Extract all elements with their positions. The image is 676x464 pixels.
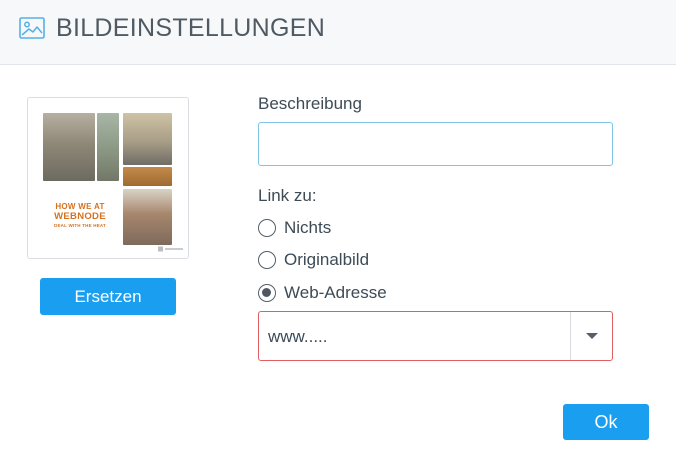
collage-photo xyxy=(123,167,172,186)
radio-label: Web-Adresse xyxy=(284,283,387,302)
chevron-down-icon[interactable] xyxy=(571,312,613,360)
ok-button[interactable]: Ok xyxy=(563,404,649,440)
collage-photo xyxy=(123,113,172,165)
webnode-logo xyxy=(158,246,183,252)
radio-button[interactable] xyxy=(258,219,276,237)
collage-headline-line3: DEAL WITH THE HEAT xyxy=(54,222,106,228)
link-label: Link zu: xyxy=(258,186,317,205)
dialog-header: BILDEINSTELLUNGEN xyxy=(0,0,676,65)
collage-image: HOW WE AT WEBNODE DEAL WITH THE HEAT xyxy=(41,111,183,252)
radio-button-checked[interactable] xyxy=(258,284,276,302)
image-thumbnail[interactable]: HOW WE AT WEBNODE DEAL WITH THE HEAT xyxy=(27,97,189,259)
description-input[interactable] xyxy=(258,122,613,166)
radio-label: Originalbild xyxy=(284,250,370,269)
radio-button[interactable] xyxy=(258,251,276,269)
radio-label: Nichts xyxy=(284,218,332,237)
collage-headline-line2: WEBNODE xyxy=(54,211,106,222)
collage-headline: HOW WE AT WEBNODE DEAL WITH THE HEAT xyxy=(43,203,117,228)
description-label: Beschreibung xyxy=(258,94,362,113)
collage-photo xyxy=(123,189,172,245)
link-option-nothing[interactable]: Nichts xyxy=(258,217,331,239)
collage-headline-line1: HOW WE AT xyxy=(55,202,105,211)
collage-photo xyxy=(43,113,95,181)
collage-photo xyxy=(97,113,119,181)
web-address-value[interactable]: www..... xyxy=(268,327,328,347)
dialog-title: BILDEINSTELLUNGEN xyxy=(56,14,326,42)
replace-button[interactable]: Ersetzen xyxy=(40,278,176,315)
link-option-original-image[interactable]: Originalbild xyxy=(258,249,369,271)
web-address-select[interactable]: www..... xyxy=(258,311,613,361)
link-option-web-address[interactable]: Web-Adresse xyxy=(258,282,387,304)
image-icon xyxy=(19,17,45,39)
